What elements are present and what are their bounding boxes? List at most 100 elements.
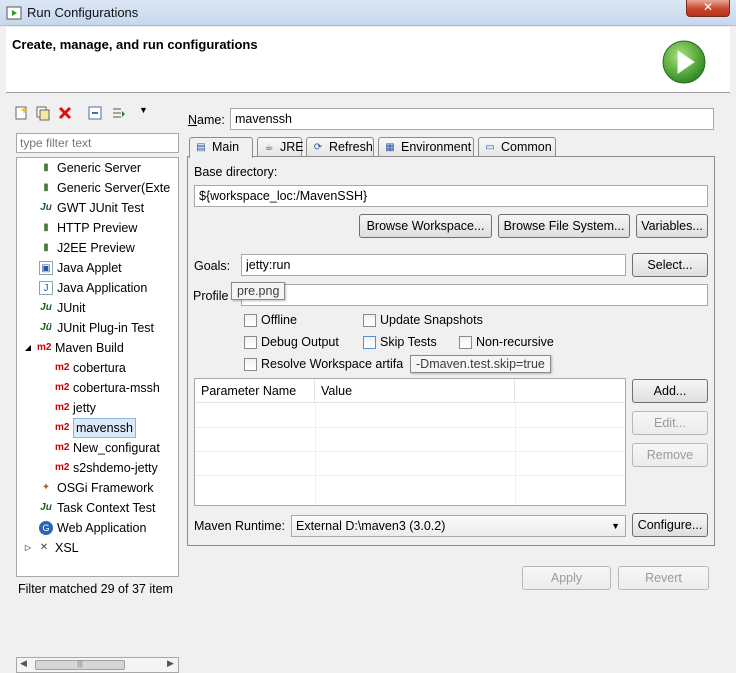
tree-item-label: Java Application <box>57 281 148 295</box>
debug-output-checkbox[interactable] <box>244 336 257 349</box>
parameters-table[interactable]: Parameter Name Value <box>194 378 626 506</box>
apply-button[interactable]: Apply <box>522 566 611 590</box>
xsl-icon: ✕ <box>39 542 49 553</box>
scrollbar-thumb[interactable]: ||| <box>35 660 125 670</box>
tab-jre[interactable]: ☕ JRE <box>257 137 304 157</box>
tree-item-label: XSL <box>55 541 79 555</box>
banner-title: Create, manage, and run configurations <box>12 37 258 52</box>
view-menu-icon[interactable]: ▼ <box>139 105 148 115</box>
add-button[interactable]: Add... <box>632 379 708 403</box>
filler-header <box>515 379 625 403</box>
tree-item-xsl[interactable]: ▷ ✕ XSL <box>17 538 178 558</box>
non-recursive-checkbox[interactable] <box>459 336 472 349</box>
resolve-workspace-checkbox[interactable] <box>244 358 257 371</box>
delete-icon[interactable] <box>57 105 73 121</box>
maven-icon: m2 <box>37 342 52 353</box>
applet-icon: ▣ <box>39 261 53 275</box>
tree-item-junit-plug-in-test[interactable]: Jü JUnit Plug-in Test <box>17 318 178 338</box>
tree-item-web-application[interactable]: G Web Application <box>17 518 178 538</box>
server-icon: ▮ <box>43 162 49 173</box>
maven-runtime-select[interactable]: External D:\maven3 (3.0.2) ▼ <box>291 515 626 537</box>
server-icon: ▮ <box>43 242 49 253</box>
tree-item-http-preview[interactable]: ▮ HTTP Preview <box>17 218 178 238</box>
tree-item-junit[interactable]: Ju JUnit <box>17 298 178 318</box>
skip-tests-label: Skip Tests <box>380 335 437 349</box>
debug-output-label: Debug Output <box>261 335 339 349</box>
tree-item-jetty[interactable]: m2 jetty <box>17 398 178 418</box>
tab-common[interactable]: ▭ Common <box>478 137 556 157</box>
configure-button[interactable]: Configure... <box>632 513 708 537</box>
java-app-icon: J <box>39 281 53 295</box>
select-button[interactable]: Select... <box>632 253 708 277</box>
filter-input[interactable] <box>16 133 179 153</box>
tree-item-label: cobertura <box>73 361 126 375</box>
value-header[interactable]: Value <box>315 379 515 403</box>
tree-item-j2ee-preview[interactable]: ▮ J2EE Preview <box>17 238 178 258</box>
tab-main[interactable]: ▤ Main <box>189 137 253 158</box>
tree-item-cobertura[interactable]: m2 cobertura <box>17 358 178 378</box>
browse-file-system-button[interactable]: Browse File System... <box>498 214 630 238</box>
goals-field[interactable] <box>241 254 626 276</box>
title-bar: Run Configurations <box>0 0 736 26</box>
tree-item-generic-server-exte[interactable]: ▮ Generic Server(Exte <box>17 178 178 198</box>
tree-item-label: Task Context Test <box>57 501 156 515</box>
tab-label: Refresh <box>329 140 373 154</box>
junit-plugin-icon: Jü <box>40 322 52 333</box>
expanded-twisty-icon[interactable]: ◢ <box>21 341 35 355</box>
remove-button[interactable]: Remove <box>632 443 708 467</box>
junit-icon: Ju <box>40 502 52 513</box>
tree-item-maven-build[interactable]: ◢ m2 Maven Build <box>17 338 178 358</box>
tree-item-label: mavenssh <box>73 418 136 438</box>
update-snapshots-label: Update Snapshots <box>380 313 483 327</box>
edit-button[interactable]: Edit... <box>632 411 708 435</box>
non-recursive-label: Non-recursive <box>476 335 554 349</box>
tree-item-label: Generic Server <box>57 161 142 175</box>
offline-checkbox[interactable] <box>244 314 257 327</box>
revert-button[interactable]: Revert <box>618 566 709 590</box>
tree-item-cobertura-mssh[interactable]: m2 cobertura-mssh <box>17 378 178 398</box>
parameter-name-header[interactable]: Parameter Name <box>195 379 315 403</box>
tree-item-java-applet[interactable]: ▣ Java Applet <box>17 258 178 278</box>
tree-horizontal-scrollbar[interactable]: ◀ ||| ▶ <box>16 657 179 673</box>
resolve-workspace-label: Resolve Workspace artifa <box>261 357 404 371</box>
filter-icon[interactable] <box>111 105 127 121</box>
profiles-field[interactable] <box>241 284 708 306</box>
tab-label: Common <box>501 140 552 154</box>
tab-refresh[interactable]: ⟳ Refresh <box>306 137 374 157</box>
variables-button[interactable]: Variables... <box>636 214 708 238</box>
scroll-right-icon[interactable]: ▶ <box>167 658 174 669</box>
tree-item-generic-server[interactable]: ▮ Generic Server <box>17 158 178 178</box>
tree-item-task-context-test[interactable]: Ju Task Context Test <box>17 498 178 518</box>
collapse-all-icon[interactable] <box>87 105 103 121</box>
tree-item-s2shdemo-jetty[interactable]: m2 s2shdemo-jetty <box>17 458 178 478</box>
tree-item-label: s2shdemo-jetty <box>73 461 158 475</box>
tree-item-java-application[interactable]: J Java Application <box>17 278 178 298</box>
tree-item-osgi-framework[interactable]: ✦ OSGi Framework <box>17 478 178 498</box>
tree-item-label: JUnit Plug-in Test <box>57 321 155 335</box>
maven-icon: m2 <box>55 382 70 393</box>
tab-label: JRE <box>280 140 304 154</box>
goals-label: Goals: <box>194 259 231 273</box>
maven-icon: m2 <box>55 462 70 473</box>
name-field[interactable] <box>230 108 714 130</box>
browse-workspace-button[interactable]: Browse Workspace... <box>359 214 492 238</box>
close-button[interactable]: ✕ <box>686 0 730 17</box>
tree-item-new-configurat[interactable]: m2 New_configurat <box>17 438 178 458</box>
base-directory-field[interactable] <box>194 185 708 207</box>
tree-item-gwt-junit-test[interactable]: Ju GWT JUnit Test <box>17 198 178 218</box>
collapsed-twisty-icon[interactable]: ▷ <box>21 541 35 555</box>
new-launch-configuration-icon[interactable] <box>13 105 29 121</box>
filter-status: Filter matched 29 of 37 item <box>18 582 173 596</box>
configuration-tree[interactable]: ▮ Generic Server ▮ Generic Server(Exte Ju GWT… <box>16 157 179 577</box>
web-app-icon: G <box>39 521 53 535</box>
tree-item-mavenssh[interactable]: m2 mavenssh <box>17 418 178 438</box>
update-snapshots-checkbox[interactable] <box>363 314 376 327</box>
jre-icon: ☕ <box>264 142 274 153</box>
tab-environment[interactable]: ▦ Environment <box>378 137 474 157</box>
junit-icon: Ju <box>40 302 52 313</box>
skip-tests-checkbox[interactable] <box>363 336 376 349</box>
base-directory-label: Base directory: <box>194 165 278 179</box>
duplicate-icon[interactable] <box>35 105 51 121</box>
scroll-left-icon[interactable]: ◀ <box>20 658 27 669</box>
tree-item-label: HTTP Preview <box>57 221 138 235</box>
